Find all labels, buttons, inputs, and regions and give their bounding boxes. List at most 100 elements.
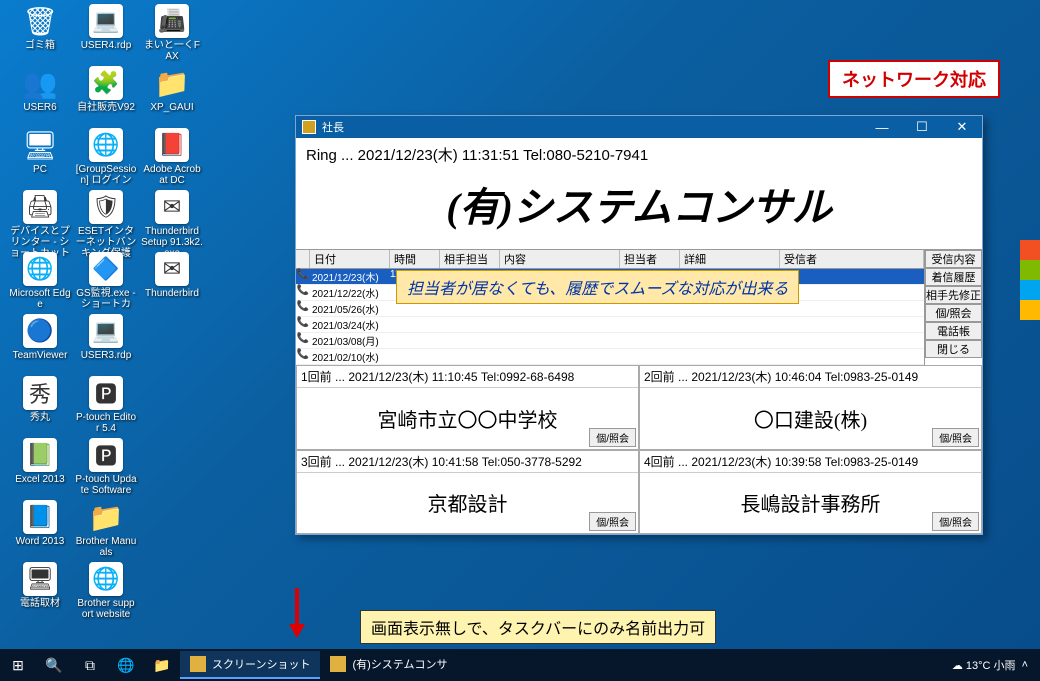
desktop-icon[interactable]: 📗 Excel 2013 — [8, 438, 72, 485]
desktop-icon[interactable]: 🅿 P-touch Editor 5.4 — [74, 376, 138, 434]
weather-widget[interactable]: ☁ 13°C 小雨 — [952, 657, 1016, 673]
desktop-icon[interactable]: 💻 USER3.rdp — [74, 314, 138, 361]
icon-label: Excel 2013 — [14, 474, 65, 485]
taskbar-item-label: (有)システムコンサ — [352, 656, 447, 672]
recent-call-header: 1回前 ... 2021/12/23(木) 11:10:45 Tel:0992-… — [297, 366, 638, 388]
detail-button[interactable]: 個/照会 — [932, 428, 979, 447]
icon-glyph: 💻 — [89, 4, 123, 38]
pinned-explorer-icon[interactable]: 📁 — [144, 657, 180, 674]
desktop-icon[interactable]: 🅿 P-touch Update Software — [74, 438, 138, 496]
desktop-icon[interactable]: 📠 まいと一くFAX — [140, 4, 204, 62]
icon-label: 電話取材 — [19, 598, 61, 609]
desktop-icon[interactable]: 👥 USER6 — [8, 66, 72, 113]
icon-glyph: 📗 — [23, 438, 57, 472]
desktop-icon[interactable]: 🌐 Microsoft Edge — [8, 252, 72, 310]
desktop-icon[interactable]: 🖨 デバイスとプリンター - ショートカット — [8, 190, 72, 259]
maximize-button[interactable]: ☐ — [902, 119, 942, 135]
close-button[interactable]: ✕ — [942, 119, 982, 135]
icon-glyph: ✉ — [155, 190, 189, 224]
recent-call-name: 宮崎市立〇〇中学校 — [297, 388, 638, 449]
icon-label: P-touch Update Software — [74, 474, 138, 496]
system-tray[interactable]: ☁ 13°C 小雨 ˄ — [952, 657, 1040, 673]
network-badge: ネットワーク対応 — [828, 60, 1000, 98]
recent-call-card[interactable]: 1回前 ... 2021/12/23(木) 11:10:45 Tel:0992-… — [296, 365, 639, 450]
icon-label: 秀丸 — [29, 412, 51, 423]
icon-glyph: 🖥 — [23, 562, 57, 596]
desktop-icon[interactable]: 🔵 TeamViewer — [8, 314, 72, 361]
history-row[interactable]: 📞2021/03/24(水) — [296, 317, 924, 333]
minimize-button[interactable]: ― — [862, 120, 902, 135]
icon-glyph: 💻 — [89, 314, 123, 348]
icon-glyph: 📘 — [23, 500, 57, 534]
side-button[interactable]: 個/照会 — [925, 304, 982, 322]
recent-call-header: 3回前 ... 2021/12/23(木) 10:41:58 Tel:050-3… — [297, 451, 638, 473]
icon-glyph: 📁 — [89, 500, 123, 534]
icon-glyph: 🖥 — [23, 128, 57, 162]
desktop-icon[interactable]: 🗑 ゴミ箱 — [8, 4, 72, 51]
icon-glyph: 🖨 — [23, 190, 57, 224]
side-button[interactable]: 受信内容 — [925, 250, 982, 268]
annotation-arrow — [289, 588, 305, 638]
history-row[interactable]: 📞2021/02/10(水) — [296, 349, 924, 365]
side-button[interactable]: 着信履歴 — [925, 268, 982, 286]
start-button[interactable]: ⊞ — [0, 657, 36, 674]
desktop-icon[interactable]: 🧩 自社販売V92 — [74, 66, 138, 113]
icon-label: USER3.rdp — [80, 350, 133, 361]
icon-glyph: 📠 — [155, 4, 189, 38]
pinned-edge-icon[interactable]: 🌐 — [108, 657, 144, 674]
taskbar-item-icon — [190, 656, 206, 672]
icon-label: Thunderbird — [144, 288, 200, 299]
desktop-icon[interactable]: 🌐 Brother support website — [74, 562, 138, 620]
icon-glyph: 🌐 — [89, 562, 123, 596]
recent-call-card[interactable]: 4回前 ... 2021/12/23(木) 10:39:58 Tel:0983-… — [639, 450, 982, 535]
taskbar-annotation: 画面表示無しで、タスクバーにのみ名前出力可 — [360, 610, 716, 644]
icon-label: Microsoft Edge — [8, 288, 72, 310]
icon-glyph: 🔷 — [89, 252, 123, 286]
recent-call-card[interactable]: 2回前 ... 2021/12/23(木) 10:46:04 Tel:0983-… — [639, 365, 982, 450]
desktop-icon[interactable]: 秀 秀丸 — [8, 376, 72, 423]
titlebar[interactable]: 社長 ― ☐ ✕ — [296, 116, 982, 138]
desktop-icon[interactable]: 🛡 ESETインターネットバンキング保護 — [74, 190, 138, 259]
desktop-icon[interactable]: 🖥 電話取材 — [8, 562, 72, 609]
desktop-icon[interactable]: 💻 USER4.rdp — [74, 4, 138, 51]
cti-app-window: 社長 ― ☐ ✕ Ring ... 2021/12/23(木) 11:31:51… — [295, 115, 983, 535]
desktop-icon[interactable]: 📘 Word 2013 — [8, 500, 72, 547]
icon-glyph: 🗑 — [23, 4, 57, 38]
desktop-icon[interactable]: 🌐 [GroupSession] ログイン — [74, 128, 138, 186]
detail-button[interactable]: 個/照会 — [589, 428, 636, 447]
windows-logo-stripe — [1020, 240, 1040, 320]
taskbar-item-icon — [330, 656, 346, 672]
search-icon[interactable]: 🔍 — [36, 657, 72, 674]
icon-label: Word 2013 — [15, 536, 66, 547]
desktop-icon[interactable]: 🔷 GS監視.exe - ショートカ — [74, 252, 138, 310]
side-button-panel: 受信内容着信履歴相手先修正個/照会電話帳閉じる — [924, 250, 982, 365]
desktop-icon[interactable]: 📕 Adobe Acrobat DC — [140, 128, 204, 186]
icon-label: USER6 — [22, 102, 57, 113]
tray-chevron-icon[interactable]: ˄ — [1022, 659, 1028, 671]
side-button[interactable]: 電話帳 — [925, 322, 982, 340]
desktop-icon[interactable]: ✉ Thunderbird Setup 91.3k2.exe — [140, 190, 204, 259]
recent-calls-grid: 1回前 ... 2021/12/23(木) 11:10:45 Tel:0992-… — [296, 365, 982, 534]
recent-call-card[interactable]: 3回前 ... 2021/12/23(木) 10:41:58 Tel:050-3… — [296, 450, 639, 535]
icon-glyph: 📁 — [155, 66, 189, 100]
history-row[interactable]: 📞2021/03/08(月) — [296, 333, 924, 349]
icon-label: XP_GAUI — [149, 102, 194, 113]
detail-button[interactable]: 個/照会 — [932, 512, 979, 531]
icon-label: Brother support website — [74, 598, 138, 620]
desktop-icon[interactable]: 🖥 PC — [8, 128, 72, 175]
window-title: 社長 — [322, 119, 344, 135]
desktop-icon[interactable]: ✉ Thunderbird — [140, 252, 204, 299]
history-header: 日付 時間 相手担当 内容 担当者 詳細 受信者 — [296, 250, 924, 269]
icon-label: GS監視.exe - ショートカ — [74, 288, 138, 310]
desktop-icon[interactable]: 📁 XP_GAUI — [140, 66, 204, 113]
taskbar-item[interactable]: スクリーンショット — [180, 651, 320, 679]
detail-button[interactable]: 個/照会 — [589, 512, 636, 531]
desktop-icon[interactable]: 📁 Brother Manuals — [74, 500, 138, 558]
recent-call-header: 4回前 ... 2021/12/23(木) 10:39:58 Tel:0983-… — [640, 451, 981, 473]
side-button[interactable]: 相手先修正 — [925, 286, 982, 304]
app-icon — [302, 120, 316, 134]
side-button[interactable]: 閉じる — [925, 340, 982, 358]
taskbar-item[interactable]: (有)システムコンサ — [320, 651, 457, 679]
recent-call-name: 長嶋設計事務所 — [640, 473, 981, 534]
task-view-icon[interactable]: ⧉ — [72, 657, 108, 674]
